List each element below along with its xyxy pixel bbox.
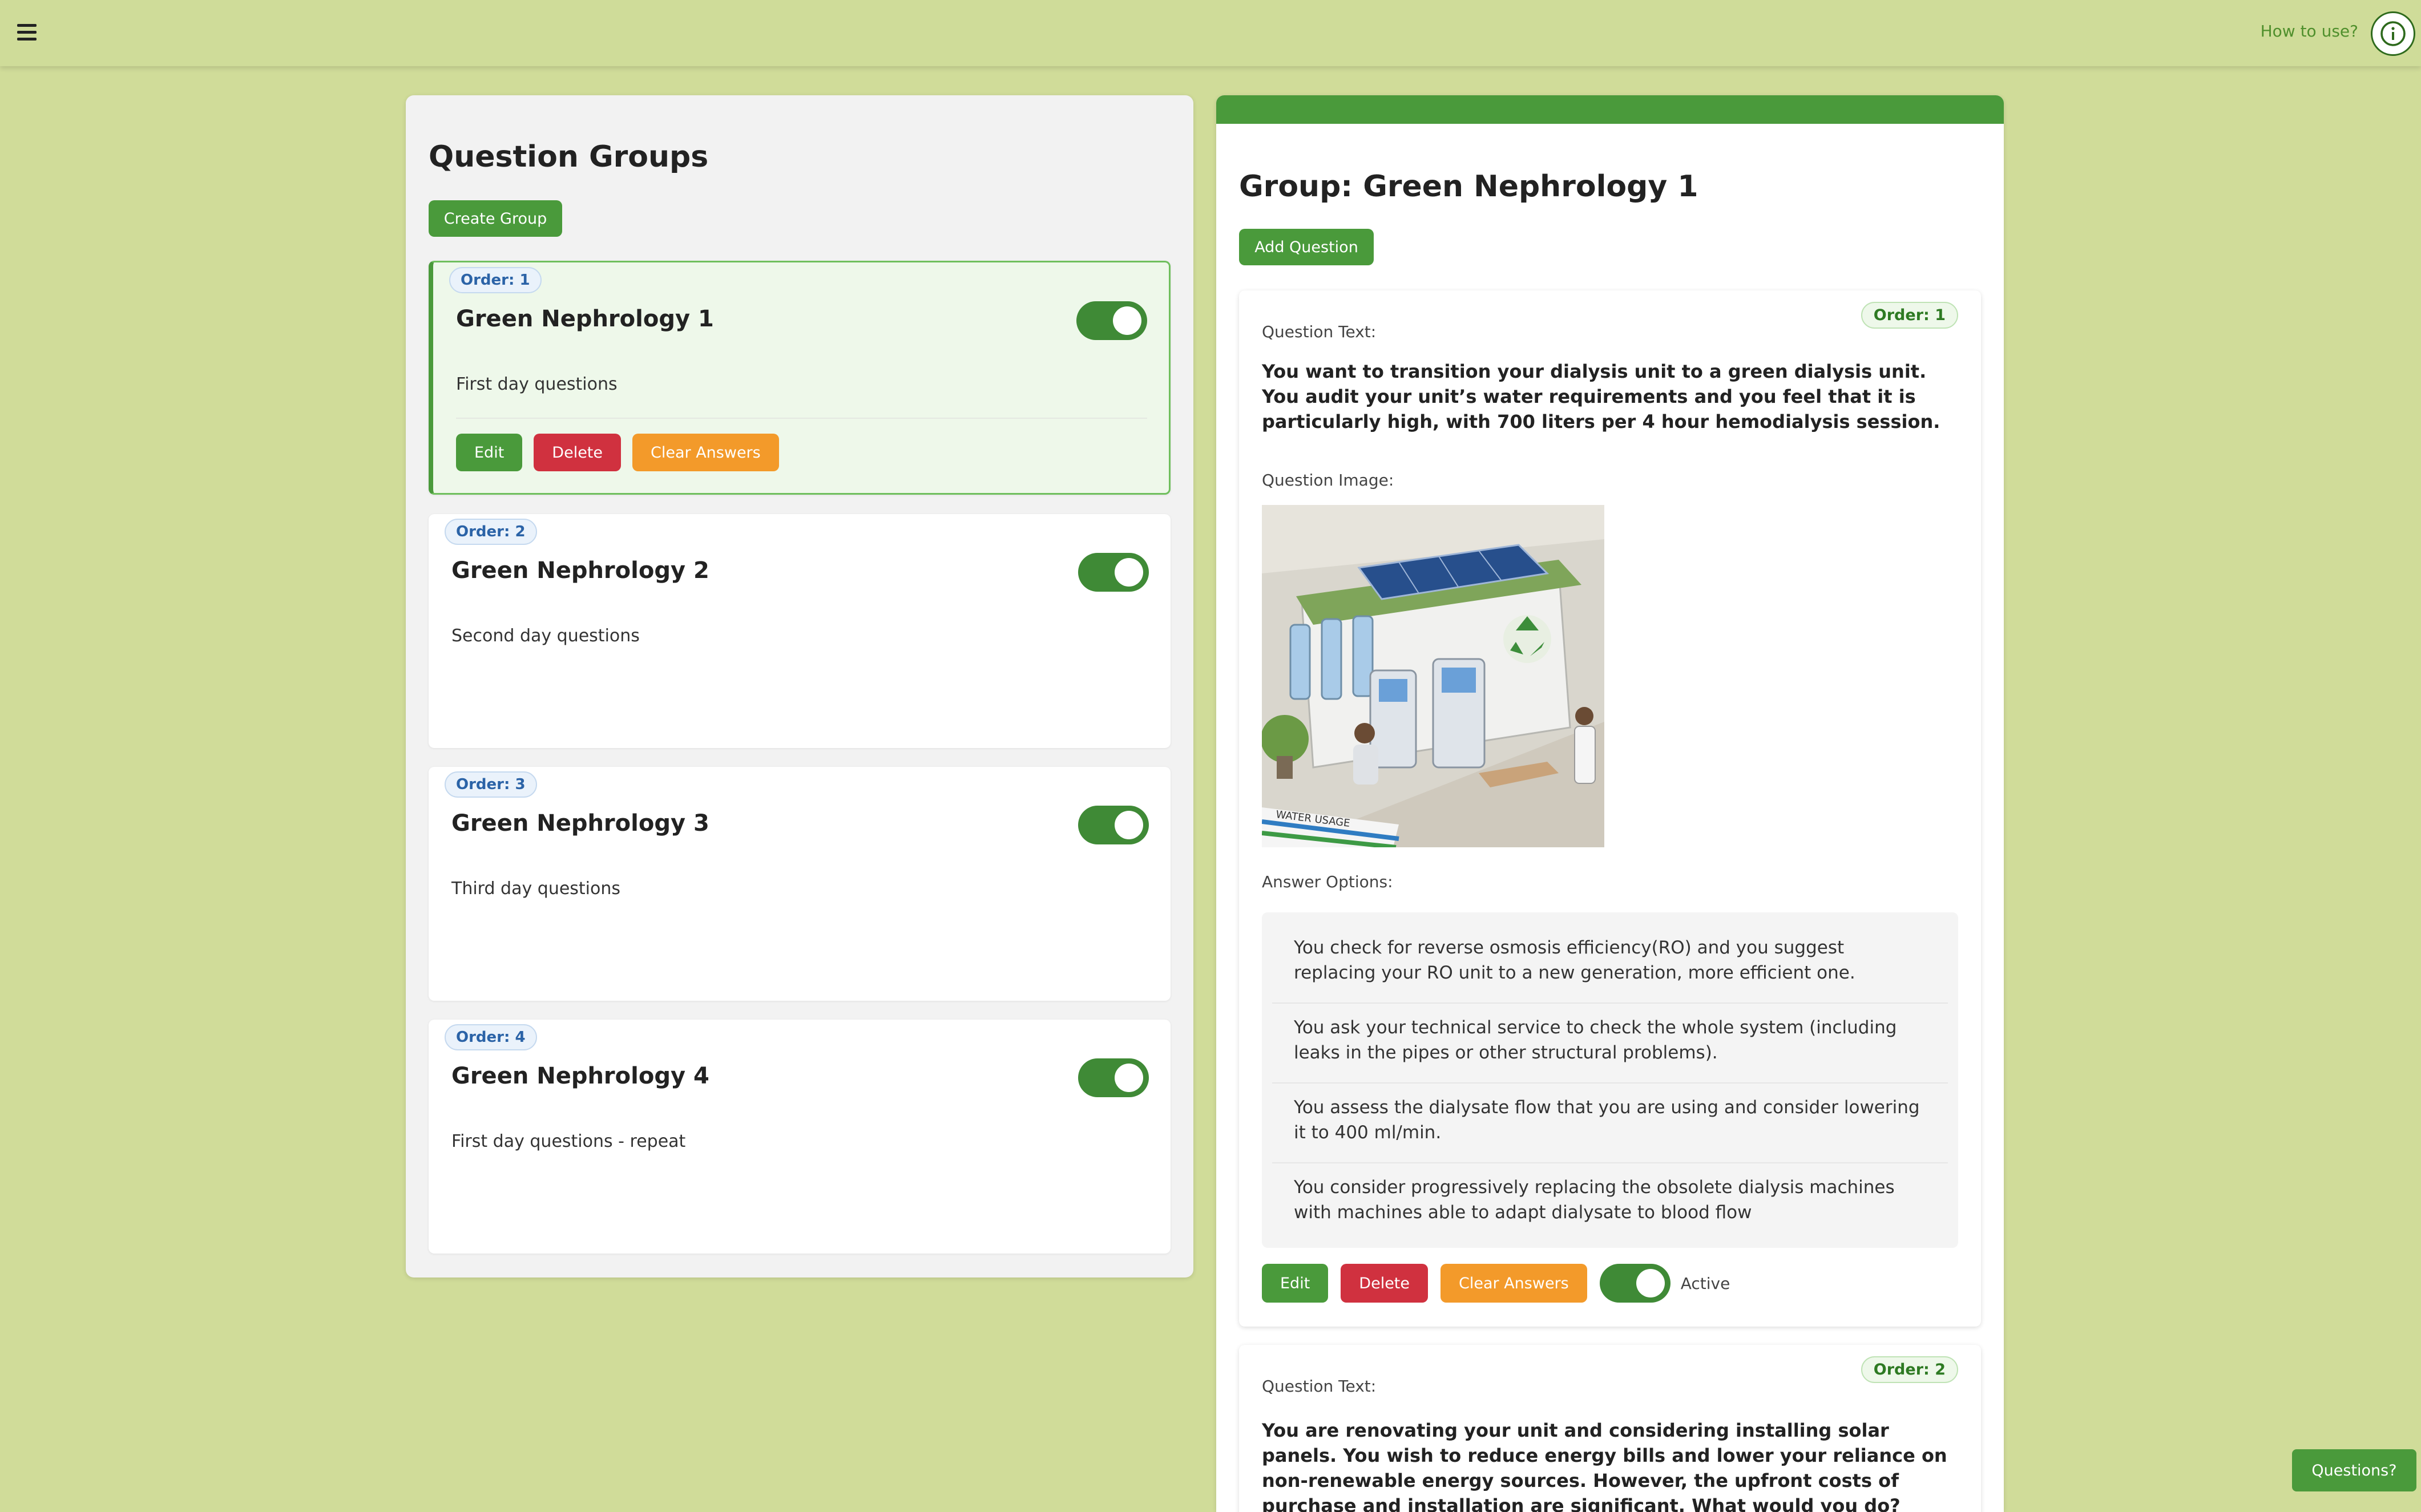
group-description: First day questions: [456, 374, 618, 394]
answer-options-list: You check for reverse osmosis efficiency…: [1262, 912, 1958, 1248]
question-image: WATER USAGE: [1262, 505, 1604, 847]
add-question-button[interactable]: Add Question: [1239, 229, 1374, 265]
question-card-1: Order: 1 Question Text: You want to tran…: [1239, 290, 1981, 1327]
group-description: Third day questions: [451, 879, 621, 899]
group-card-3[interactable]: Order: 3 Green Nephrology 3 Third day qu…: [429, 767, 1171, 1001]
question-image-label: Question Image:: [1262, 471, 1394, 490]
panel-header-bar: [1216, 95, 2004, 124]
group-name: Green Nephrology 1: [456, 306, 714, 332]
answer-option: You assess the dialysate flow that you a…: [1272, 1084, 1948, 1163]
hamburger-menu-icon[interactable]: [17, 24, 37, 41]
group-card-4[interactable]: Order: 4 Green Nephrology 4 First day qu…: [429, 1020, 1171, 1254]
group-card-2[interactable]: Order: 2 Green Nephrology 2 Second day q…: [429, 514, 1171, 748]
clear-question-answers-button[interactable]: Clear Answers: [1441, 1264, 1587, 1303]
question-order-badge: Order: 1: [1861, 302, 1958, 329]
order-badge: Order: 3: [445, 771, 537, 798]
question-text-label: Question Text:: [1262, 322, 1377, 341]
group-name: Green Nephrology 3: [451, 810, 709, 836]
create-group-button[interactable]: Create Group: [429, 200, 562, 237]
order-badge: Order: 1: [449, 267, 542, 293]
delete-question-button[interactable]: Delete: [1341, 1264, 1429, 1303]
divider: [456, 418, 1147, 419]
group-description: Second day questions: [451, 626, 640, 646]
how-to-use-link[interactable]: How to use?: [2261, 22, 2358, 41]
edit-question-button[interactable]: Edit: [1262, 1264, 1329, 1303]
answer-options-label: Answer Options:: [1262, 872, 1393, 891]
clear-answers-button[interactable]: Clear Answers: [632, 434, 779, 471]
panel-title: Question Groups: [429, 140, 709, 174]
order-badge: Order: 2: [445, 519, 537, 545]
edit-group-button[interactable]: Edit: [456, 434, 523, 471]
delete-group-button[interactable]: Delete: [534, 434, 622, 471]
answer-option: You check for reverse osmosis efficiency…: [1272, 924, 1948, 1004]
group-active-toggle[interactable]: [1078, 806, 1149, 844]
active-label: Active: [1680, 1274, 1730, 1293]
group-active-toggle[interactable]: [1076, 301, 1147, 340]
question-card-2: Order: 2 Question Text: You are renovati…: [1239, 1345, 1981, 1512]
questions-help-button[interactable]: Questions?: [2292, 1449, 2416, 1491]
answer-option: You consider progressively replacing the…: [1294, 1177, 1895, 1223]
order-badge: Order: 4: [445, 1024, 537, 1050]
group-description: First day questions - repeat: [451, 1131, 686, 1151]
question-text-label: Question Text:: [1262, 1377, 1377, 1396]
top-bar: How to use?: [0, 0, 2421, 66]
info-circle-icon[interactable]: [2371, 11, 2415, 56]
group-name: Green Nephrology 4: [451, 1063, 709, 1089]
question-text: You want to transition your dialysis uni…: [1262, 361, 1940, 432]
question-groups-panel: Question Groups Create Group Order: 1 Gr…: [406, 95, 1193, 1277]
question-text: You are renovating your unit and conside…: [1262, 1420, 1947, 1512]
group-card-1[interactable]: Order: 1 Green Nephrology 1 First day qu…: [429, 261, 1171, 495]
group-detail-panel: Group: Green Nephrology 1 Add Question O…: [1216, 95, 2004, 1512]
group-title: Group: Green Nephrology 1: [1239, 169, 1698, 204]
answer-option: You ask your technical service to check …: [1272, 1004, 1948, 1084]
question-order-badge: Order: 2: [1861, 1356, 1958, 1383]
group-name: Green Nephrology 2: [451, 557, 709, 584]
group-active-toggle[interactable]: [1078, 1058, 1149, 1097]
group-active-toggle[interactable]: [1078, 553, 1149, 592]
question-active-toggle[interactable]: [1599, 1264, 1671, 1303]
